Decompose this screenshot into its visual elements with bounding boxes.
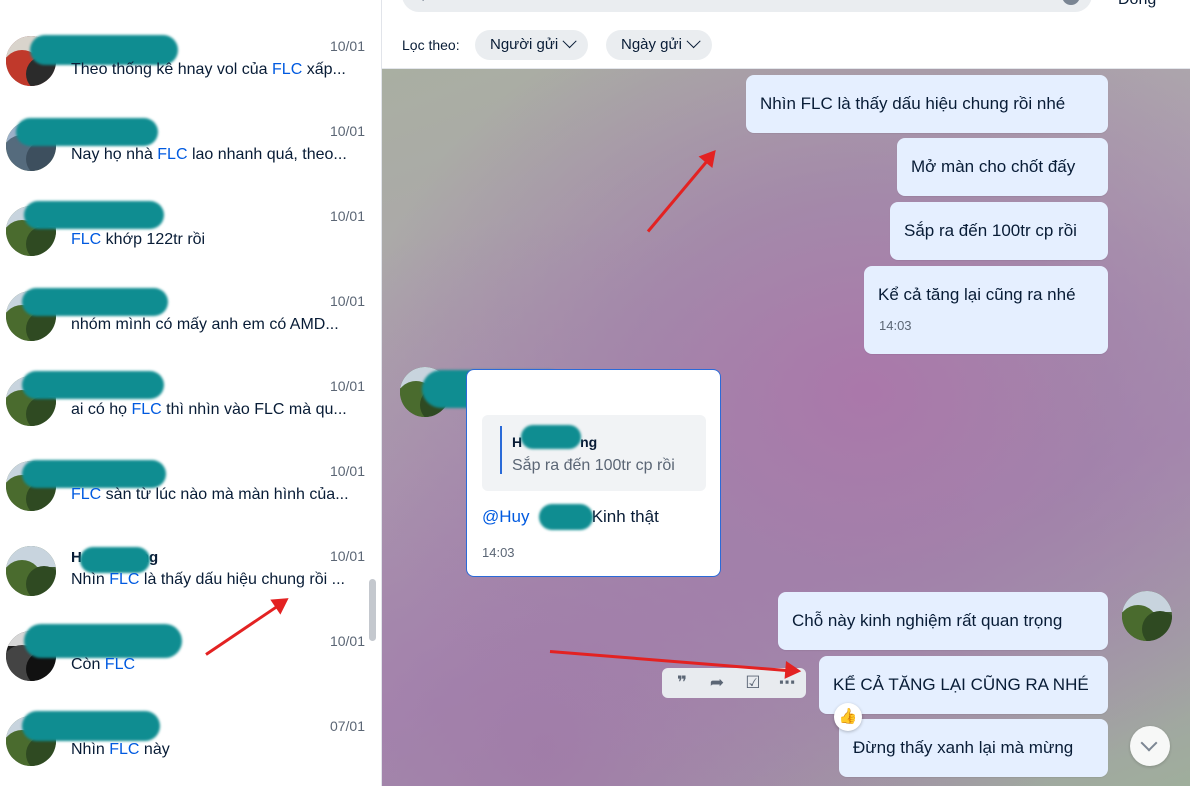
message-time: 14:03 xyxy=(879,318,912,333)
result-date: 10/01 xyxy=(329,378,365,394)
quote-icon[interactable]: ❞ xyxy=(671,672,693,694)
result-preview: FLC sàn từ lúc nào mà màn hình của... xyxy=(71,486,349,503)
result-date: 10/01 xyxy=(329,123,365,139)
result-preview: Nhìn FLC là thấy dấu hiệu chung rồi ... xyxy=(71,571,345,588)
results-scrollbar[interactable] xyxy=(369,579,376,641)
redacted-name xyxy=(16,118,158,146)
search-result-item[interactable]: 10/01 nhóm mình có mấy anh em có AMD... xyxy=(0,282,370,367)
result-date: 07/01 xyxy=(329,718,365,734)
quoted-text: Sắp ra đến 100tr cp rồi xyxy=(512,457,675,474)
chevron-down-icon xyxy=(562,34,577,49)
quote-bar xyxy=(500,426,502,474)
mention-link[interactable]: @Huy xyxy=(482,507,530,526)
forward-icon[interactable]: ➦ xyxy=(706,672,728,694)
result-preview: Theo thống kê hnay vol của FLC xấp... xyxy=(71,61,346,78)
redacted-name xyxy=(22,288,168,316)
redacted-name xyxy=(24,624,182,658)
message-bubble-sent[interactable]: KỂ CẢ TĂNG LẠI CŨNG RA NHÉ xyxy=(819,656,1108,714)
search-result-item[interactable]: 10/01 Nay họ nhà FLC lao nhanh quá, theo… xyxy=(0,112,370,197)
search-result-item[interactable]: 07/01 Nhìn FLC này xyxy=(0,707,370,786)
result-preview: Nay họ nhà FLC lao nhanh quá, theo... xyxy=(71,146,347,163)
search-results-panel: 10/01 Theo thống kê hnay vol của FLC xấp… xyxy=(0,0,382,786)
filter-date-label: Ngày gửi xyxy=(621,36,682,53)
result-date: 10/01 xyxy=(329,548,365,564)
message-bubble-sent[interactable]: Nhìn FLC là thấy dấu hiệu chung rồi nhé xyxy=(746,75,1108,133)
filter-label: Lọc theo: xyxy=(402,37,460,53)
search-result-item[interactable]: 10/01 Còn FLC xyxy=(0,622,370,707)
message-bubble-sent[interactable]: Mở màn cho chốt đấy xyxy=(897,138,1108,196)
message-bubble-sent[interactable]: Kể cả tăng lại cũng ra nhé 14:03 xyxy=(864,266,1108,354)
result-date: 10/01 xyxy=(329,208,365,224)
chevron-down-icon xyxy=(1140,734,1158,752)
result-preview: Nhìn FLC này xyxy=(71,741,170,758)
task-icon[interactable]: ☑ xyxy=(742,672,764,694)
quoted-message[interactable]: Hng Sắp ra đến 100tr cp rồi xyxy=(482,415,706,491)
search-result-item[interactable]: 10/01 ai có họ FLC thì nhìn vào FLC mà q… xyxy=(0,367,370,452)
message-bubble-sent[interactable]: Sắp ra đến 100tr cp rồi xyxy=(890,202,1108,260)
search-query-text: flc xyxy=(442,0,457,4)
message-bubble-sent[interactable]: Chỗ này kinh nghiệm rất quan trọng xyxy=(778,592,1108,650)
message-text: Kể cả tăng lại cũng ra nhé xyxy=(878,285,1076,304)
chat-panel: ⚲ flc × Đóng Lọc theo: Người gửi Ngày gử… xyxy=(382,0,1190,786)
thumbs-up-icon[interactable]: 👍 xyxy=(834,703,862,731)
result-date: 10/01 xyxy=(329,38,365,54)
search-result-item[interactable]: Hng 10/01 Nhìn FLC là thấy dấu hiệu chun… xyxy=(0,537,370,622)
result-preview: FLC khớp 122tr rồi xyxy=(71,231,206,248)
redacted-name xyxy=(22,371,164,399)
search-result-item[interactable]: 10/01 FLC khớp 122tr rồi xyxy=(0,197,370,282)
redacted-name xyxy=(24,201,164,229)
clear-search-icon[interactable]: × xyxy=(1062,0,1080,5)
search-result-item[interactable]: 10/01 FLC sàn từ lúc nào mà màn hình của… xyxy=(0,452,370,537)
close-search-button[interactable]: Đóng xyxy=(1118,0,1156,9)
avatar xyxy=(6,546,56,596)
result-date: 10/01 xyxy=(329,293,365,309)
result-preview: nhóm mình có mấy anh em có AMD... xyxy=(71,316,339,333)
redacted-name xyxy=(521,425,581,449)
redacted-name xyxy=(80,547,150,573)
filter-sender-dropdown[interactable]: Người gửi xyxy=(475,30,589,60)
search-input[interactable]: ⚲ flc × xyxy=(402,0,1092,12)
search-result-item[interactable]: 10/01 Theo thống kê hnay vol của FLC xấp… xyxy=(0,27,370,112)
redacted-name xyxy=(22,711,160,741)
my-avatar[interactable] xyxy=(1122,591,1172,641)
result-preview: ai có họ FLC thì nhìn vào FLC mà qu... xyxy=(71,401,347,418)
result-date: 10/01 xyxy=(329,463,365,479)
result-date: 10/01 xyxy=(329,633,365,649)
filter-date-dropdown[interactable]: Ngày gửi xyxy=(606,30,712,60)
redacted-name xyxy=(22,460,166,488)
message-bubble-sent[interactable]: Đừng thấy xanh lại mà mừng xyxy=(839,719,1108,777)
result-preview: Còn FLC xyxy=(71,656,136,673)
scroll-to-bottom-button[interactable] xyxy=(1130,726,1170,766)
message-time: 14:03 xyxy=(482,545,515,560)
filter-sender-label: Người gửi xyxy=(490,36,559,53)
message-bubble-received[interactable]: Hng Sắp ra đến 100tr cp rồi @Huyg Kinh t… xyxy=(466,369,721,577)
chevron-down-icon xyxy=(686,34,701,49)
search-icon: ⚲ xyxy=(418,0,428,3)
search-filter-bar: ⚲ flc × Đóng Lọc theo: Người gửi Ngày gử… xyxy=(382,0,1190,69)
redacted-name xyxy=(539,504,593,530)
